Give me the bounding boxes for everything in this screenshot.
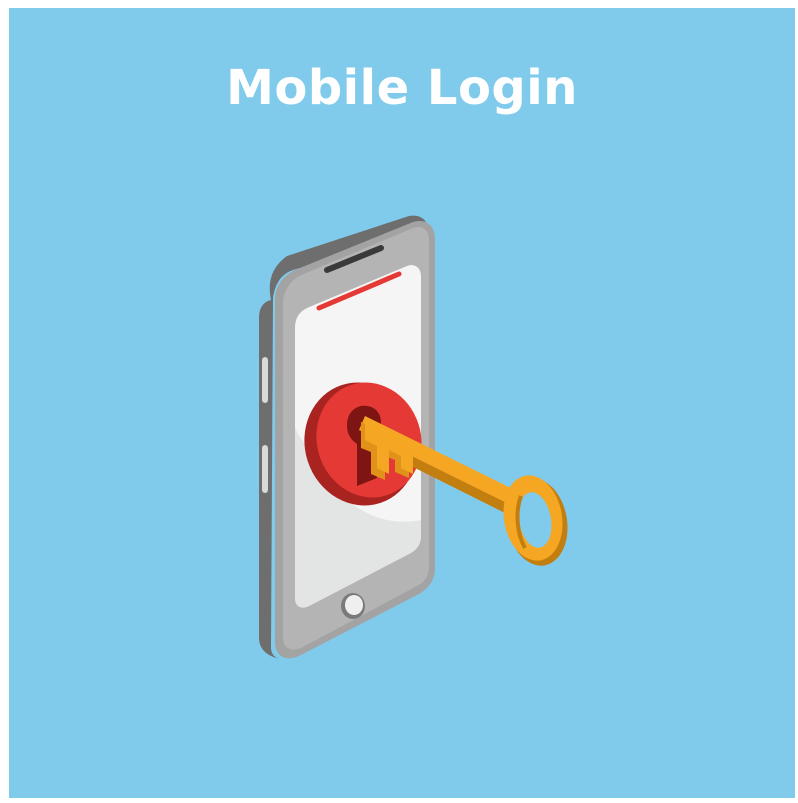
poster-canvas: Mobile Login <box>9 8 795 798</box>
mobile-login-illustration <box>259 215 568 660</box>
